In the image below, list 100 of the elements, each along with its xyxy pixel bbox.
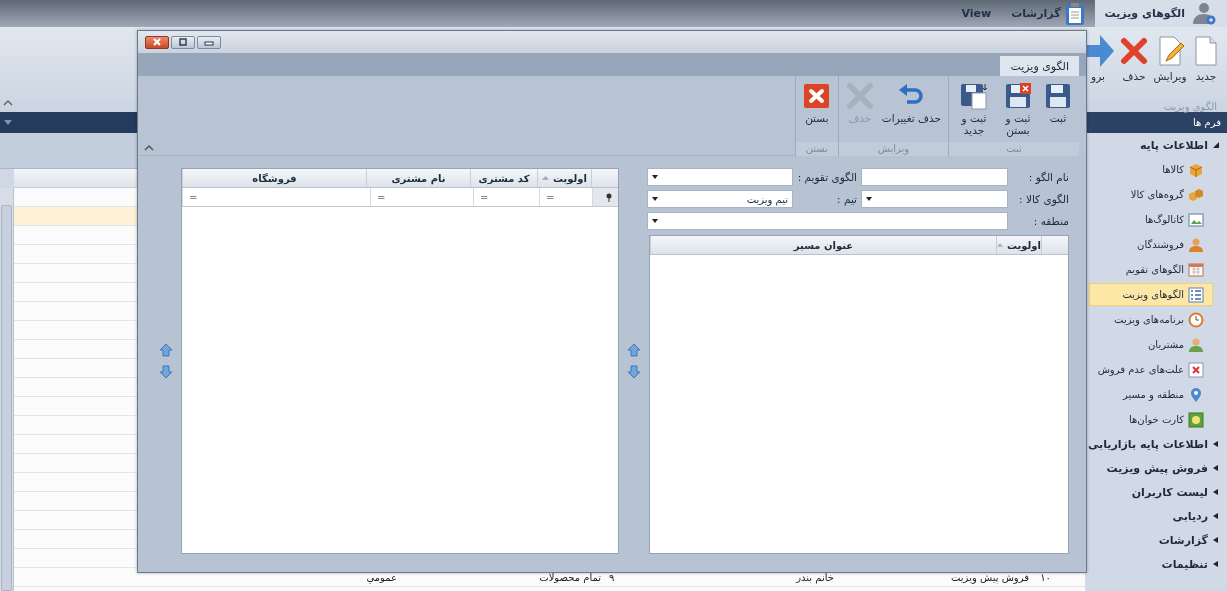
dropdown-field[interactable] bbox=[647, 168, 793, 186]
restore-button[interactable] bbox=[171, 35, 195, 49]
input-field[interactable] bbox=[861, 168, 1008, 186]
ribbon-button[interactable]: بستن bbox=[798, 82, 835, 142]
pin-icon bbox=[1188, 386, 1204, 403]
table-cell-text: تمام محصولات bbox=[538, 571, 602, 583]
arrow-down-icon[interactable] bbox=[159, 365, 173, 379]
image-icon bbox=[1188, 211, 1204, 228]
close-icon bbox=[802, 82, 831, 110]
calendar-icon bbox=[1188, 261, 1204, 278]
ribbon-button[interactable]: ثبت و بستن bbox=[996, 82, 1040, 142]
expander-icon bbox=[1213, 561, 1219, 567]
expander-icon bbox=[1213, 142, 1219, 148]
expander-icon bbox=[1213, 441, 1219, 447]
filter-cell[interactable]: = bbox=[473, 188, 539, 206]
boxes-icon bbox=[1188, 186, 1204, 203]
save-close-icon bbox=[1004, 82, 1032, 110]
ribbon-button[interactable]: حذف bbox=[1116, 33, 1152, 93]
dropdown-arrow-icon bbox=[652, 219, 658, 223]
person-icon bbox=[1188, 336, 1204, 353]
expander-icon bbox=[1213, 465, 1219, 471]
field-label: نام الگو : bbox=[1027, 171, 1069, 183]
ribbon-button[interactable]: ویرایش bbox=[1152, 33, 1188, 93]
box-icon bbox=[1188, 161, 1204, 178]
scrollbar[interactable] bbox=[0, 188, 14, 591]
filter-cell[interactable]: = bbox=[182, 188, 370, 206]
ribbon-button[interactable]: جدید bbox=[1188, 33, 1224, 93]
dropdown-arrow-icon bbox=[866, 197, 872, 201]
table-cell-text: عمومي bbox=[365, 571, 398, 583]
save-icon bbox=[1044, 82, 1072, 110]
column-header[interactable]: کد مشتری bbox=[470, 169, 537, 187]
tree-item[interactable]: مشتریان bbox=[1089, 333, 1213, 356]
expander-icon bbox=[1213, 489, 1219, 495]
table-cell-text: ۹ bbox=[608, 571, 616, 583]
tree-group[interactable]: لیست کاربران bbox=[1085, 480, 1227, 504]
table-cell-text: ۱۰ bbox=[1039, 571, 1052, 583]
save-new-icon bbox=[960, 82, 988, 110]
list-icon bbox=[1188, 286, 1204, 303]
tree-item[interactable]: الگوهای ویزیت bbox=[1089, 283, 1213, 306]
clock-icon bbox=[1188, 311, 1204, 328]
arrow-up-icon[interactable] bbox=[159, 343, 173, 357]
tree-item[interactable]: کاتالوگ‌ها bbox=[1089, 208, 1213, 231]
ribbon-tab[interactable]: الگوهای ویزیت bbox=[1094, 0, 1227, 27]
tree-group[interactable]: اطلاعات پایه bbox=[1085, 133, 1227, 157]
tree-item[interactable]: فروشندگان bbox=[1089, 233, 1213, 256]
column-header[interactable]: اولویت bbox=[996, 236, 1041, 254]
expander-icon bbox=[1213, 513, 1219, 519]
clipboard-icon bbox=[1064, 1, 1085, 26]
minimize-icon bbox=[204, 38, 214, 46]
panel-title: فرم ها bbox=[1193, 117, 1221, 128]
restore-icon bbox=[178, 38, 188, 46]
dropdown-field[interactable] bbox=[861, 190, 1008, 208]
column-header[interactable]: نام مشتری bbox=[366, 169, 470, 187]
ribbon-tab[interactable]: گزارشات bbox=[1001, 0, 1095, 27]
dropdown-field[interactable] bbox=[647, 212, 1008, 230]
scroll-thumb[interactable] bbox=[1, 205, 12, 591]
group-label: الگوی ویزیت bbox=[1162, 100, 1218, 112]
tree-item[interactable]: الگوهای تقویم bbox=[1089, 258, 1213, 281]
arrow-up-icon[interactable] bbox=[627, 343, 641, 357]
ribbon-tab[interactable]: View bbox=[951, 0, 1002, 27]
ribbon-button[interactable]: ثبت و جدید bbox=[952, 82, 996, 142]
filter-cell[interactable]: = bbox=[370, 188, 473, 206]
table-cell-text: خانم بندر bbox=[794, 571, 835, 583]
column-header[interactable]: عنوان مسیر bbox=[650, 236, 996, 254]
tree-group[interactable]: اطلاعات پایه بازاریابی bbox=[1085, 432, 1227, 456]
field-label: الگوی تقویم : bbox=[797, 171, 857, 183]
collapse-icon[interactable] bbox=[3, 99, 13, 106]
ribbon-button[interactable]: حذف تغییرات bbox=[877, 82, 945, 142]
tree-item[interactable]: کارت خوان‌ها bbox=[1089, 408, 1213, 431]
dropdown-field[interactable]: تیم ویزیت bbox=[647, 190, 793, 208]
ribbon-button[interactable]: ثبت bbox=[1040, 82, 1076, 142]
caret-icon[interactable] bbox=[4, 120, 12, 125]
tree-group[interactable]: گزارشات bbox=[1085, 528, 1227, 552]
close-button[interactable] bbox=[145, 35, 169, 49]
tree-group[interactable]: فروش پیش ویزیت bbox=[1085, 456, 1227, 480]
field-label: الگوی کالا : bbox=[1018, 193, 1069, 205]
arrow-down-icon[interactable] bbox=[627, 365, 641, 379]
tree-group[interactable]: ردیابی bbox=[1085, 504, 1227, 528]
dropdown-arrow-icon bbox=[652, 197, 658, 201]
group-label: بستن bbox=[795, 142, 838, 156]
tree-item[interactable]: منطقه و مسیر bbox=[1089, 383, 1213, 406]
tree-item[interactable]: برنامه‌های ویزیت bbox=[1089, 308, 1213, 331]
minimize-button[interactable] bbox=[197, 35, 221, 49]
dropdown-arrow-icon bbox=[652, 175, 658, 179]
column-header[interactable]: اولویت bbox=[537, 169, 591, 187]
filter-pin-icon bbox=[605, 192, 612, 202]
filter-cell[interactable]: = bbox=[539, 188, 592, 206]
column-header[interactable]: فروشگاه bbox=[182, 169, 366, 187]
field-label: تیم : bbox=[836, 193, 857, 205]
collapse-icon[interactable] bbox=[144, 144, 154, 151]
ribbon-tab[interactable]: الگوی ویزیت bbox=[1000, 56, 1079, 76]
sort-icon bbox=[542, 176, 549, 180]
tree-item[interactable]: گروه‌های کالا bbox=[1089, 183, 1213, 206]
tree-group[interactable]: تنظیمات bbox=[1085, 552, 1227, 576]
tree-item[interactable]: کالاها bbox=[1089, 158, 1213, 181]
group-label: ویرایش bbox=[838, 142, 948, 156]
tree-item[interactable]: علت‌های عدم فروش bbox=[1089, 358, 1213, 381]
sort-icon bbox=[997, 243, 1003, 247]
field-label: منطقه : bbox=[1032, 215, 1069, 227]
money-icon bbox=[1188, 411, 1204, 428]
